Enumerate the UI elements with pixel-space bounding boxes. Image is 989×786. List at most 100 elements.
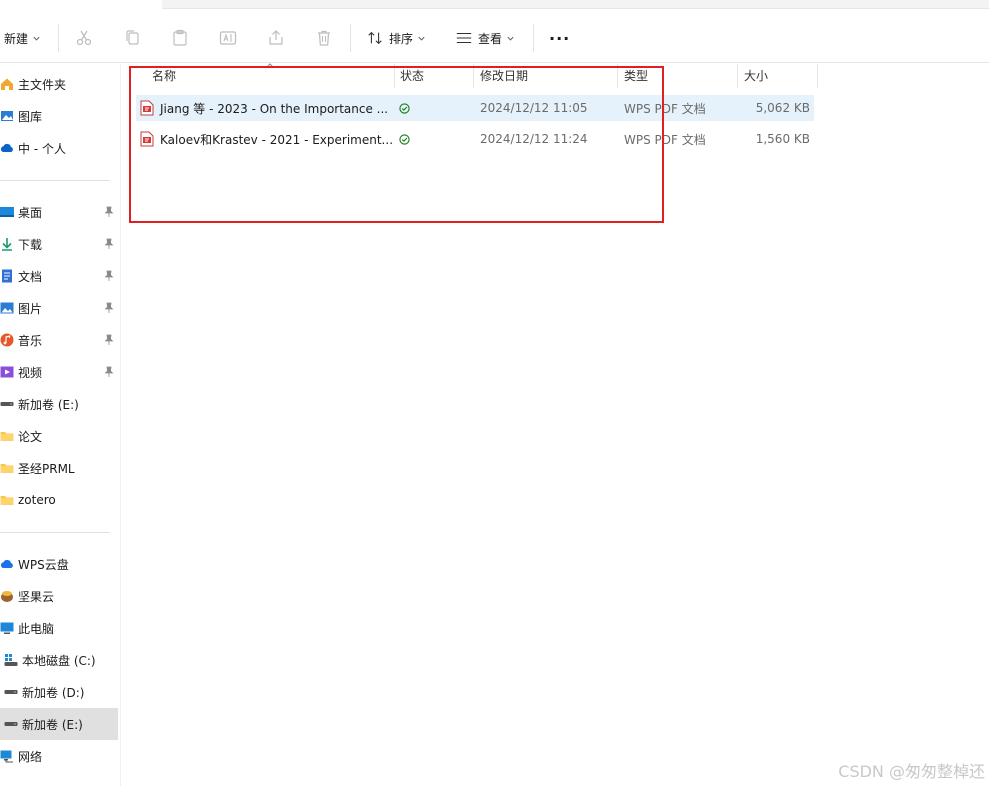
sidebar-item-downloads[interactable]: 下载: [0, 230, 114, 258]
sidebar-item-label: 网络: [18, 749, 43, 764]
sidebar-item-onedrive[interactable]: 中 - 个人: [0, 134, 66, 162]
scissors-icon: [76, 30, 92, 46]
copy-button[interactable]: [122, 14, 142, 62]
view-button-label: 查看: [478, 31, 503, 46]
column-header-size[interactable]: 大小: [744, 62, 814, 88]
sidebar-divider: [0, 532, 110, 533]
home-icon: [1, 78, 13, 90]
chevron-down-icon: [418, 36, 425, 41]
sidebar-item-label: WPS云盘: [18, 557, 69, 572]
this-pc-icon: [0, 622, 14, 634]
sidebar-item-gallery[interactable]: 图库: [0, 102, 42, 130]
sidebar-item-music[interactable]: 音乐: [0, 326, 114, 354]
copy-icon: [126, 30, 139, 45]
videos-icon: [0, 366, 14, 378]
sidebar-item-label: zotero: [18, 493, 56, 507]
sidebar-item-label: 新加卷 (D:): [22, 685, 85, 700]
cut-button[interactable]: [74, 14, 94, 62]
column-divider[interactable]: [737, 64, 738, 88]
sidebar-item-label: 文档: [18, 269, 43, 284]
folder-icon: [0, 496, 14, 505]
sort-button-label: 排序: [389, 31, 414, 46]
drive-icon: [0, 402, 14, 406]
new-button-label: 新建: [4, 31, 29, 46]
drive-icon: [4, 690, 18, 694]
view-button[interactable]: 查看: [455, 14, 515, 62]
chevron-down-icon: [33, 36, 40, 41]
rename-button[interactable]: [218, 14, 238, 62]
more-options-button[interactable]: ···: [549, 14, 570, 62]
sidebar-item-documents[interactable]: 文档: [0, 262, 114, 290]
sidebar-item-jianguoyun[interactable]: 坚果云: [0, 582, 54, 610]
rename-icon: [219, 31, 237, 45]
column-header-label: 大小: [744, 68, 769, 83]
sidebar-item-label: 桌面: [18, 205, 43, 220]
sidebar-item-label: 此电脑: [18, 621, 55, 636]
highlight-annotation-box: [129, 66, 664, 223]
sidebar-item-pictures[interactable]: 图片: [0, 294, 114, 322]
sidebar-item-folder-prml[interactable]: 圣经PRML: [0, 454, 75, 482]
gallery-icon: [1, 111, 13, 121]
download-icon: [2, 238, 12, 251]
music-icon: [0, 333, 14, 347]
pin-icon: [104, 366, 114, 377]
pin-icon: [104, 238, 114, 249]
pin-icon: [104, 334, 114, 345]
desktop-icon: [0, 207, 14, 217]
sort-icon: [368, 31, 382, 45]
windows-drive-icon: [4, 654, 18, 666]
sidebar-item-label: 音乐: [18, 333, 43, 348]
sidebar-item-drive-e-pinned[interactable]: 新加卷 (E:): [0, 390, 79, 418]
navigation-pane: 主文件夹 图库 中 - 个人 桌面 下载 文档 图片 音乐 视频 新加卷 (E:…: [0, 62, 120, 786]
sidebar-item-wps-cloud[interactable]: WPS云盘: [0, 550, 69, 578]
pictures-icon: [0, 302, 14, 314]
sidebar-item-label: 图库: [18, 109, 43, 124]
sidebar-item-folder-papers[interactable]: 论文: [0, 422, 42, 450]
sidebar-item-label: 坚果云: [18, 589, 55, 604]
folder-icon: [0, 432, 14, 441]
file-size: 5,062 KB: [755, 101, 810, 115]
sidebar-item-this-pc[interactable]: 此电脑: [0, 614, 54, 642]
share-button[interactable]: [266, 14, 286, 62]
sidebar-item-label: 下载: [18, 237, 43, 252]
drive-icon: [4, 722, 18, 726]
sidebar-item-home[interactable]: 主文件夹: [0, 70, 66, 98]
sidebar-item-folder-zotero[interactable]: zotero: [0, 486, 56, 514]
watermark-text: CSDN @匆匆整棹还: [838, 762, 985, 781]
jianguoyun-icon: [1, 591, 13, 602]
pin-icon: [104, 302, 114, 313]
documents-icon: [2, 269, 12, 283]
sidebar-item-drive-e[interactable]: 新加卷 (E:): [0, 708, 118, 740]
paste-icon: [173, 29, 187, 46]
paste-button[interactable]: [170, 14, 190, 62]
sidebar-item-desktop[interactable]: 桌面: [0, 198, 114, 226]
toolbar-divider: [350, 24, 351, 52]
sidebar-item-drive-d[interactable]: 新加卷 (D:): [4, 678, 84, 706]
pane-divider[interactable]: [120, 62, 121, 786]
tab-strip: [0, 0, 989, 14]
new-button[interactable]: 新建: [4, 14, 41, 62]
view-list-icon: [456, 32, 472, 44]
trash-icon: [318, 30, 330, 46]
tab-area: [162, 0, 989, 9]
folder-icon: [0, 464, 14, 473]
sidebar-item-network[interactable]: 网络: [0, 742, 42, 770]
sidebar-item-label: 视频: [18, 365, 43, 380]
delete-button[interactable]: [314, 14, 334, 62]
sort-button[interactable]: 排序: [366, 14, 426, 62]
sidebar-item-label: 本地磁盘 (C:): [22, 653, 96, 668]
network-icon: [0, 750, 13, 763]
command-bar: 新建 排序 查看 ···: [0, 14, 989, 63]
wps-cloud-icon: [0, 559, 13, 568]
column-divider[interactable]: [817, 64, 818, 88]
sidebar-item-label: 圣经PRML: [18, 461, 75, 476]
onedrive-cloud-icon: [0, 143, 13, 152]
share-icon: [269, 30, 283, 45]
toolbar-divider: [533, 24, 534, 52]
sidebar-item-label: 主文件夹: [18, 77, 67, 92]
toolbar-divider: [58, 24, 59, 52]
sidebar-item-label: 图片: [18, 301, 43, 316]
sidebar-item-videos[interactable]: 视频: [0, 358, 114, 386]
sidebar-item-label: 新加卷 (E:): [22, 717, 83, 732]
sidebar-item-drive-c[interactable]: 本地磁盘 (C:): [4, 646, 96, 674]
